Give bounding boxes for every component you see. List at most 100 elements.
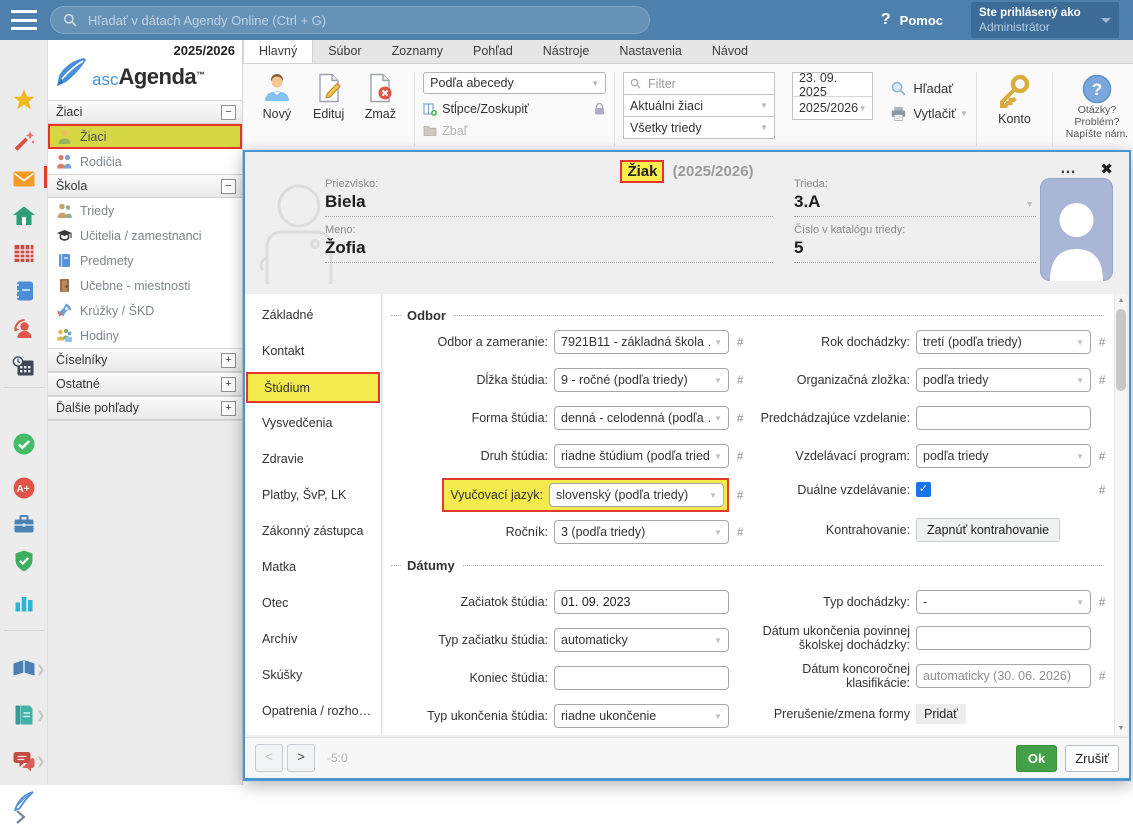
sidebar-item-ziaci[interactable]: Žiaci (48, 124, 242, 149)
library-icon[interactable] (12, 657, 36, 681)
tab-platby[interactable]: Platby, ŠvP, LK (245, 477, 381, 513)
menu-tab-nastroje[interactable]: Nástroje (528, 40, 605, 63)
messages-icon[interactable] (12, 749, 36, 773)
tab-vysvedcenia[interactable]: Vysvedčenia (245, 405, 381, 441)
surname-field[interactable]: Priezvisko: Biela (325, 178, 773, 217)
tab-studium[interactable]: Štúdium (246, 372, 380, 403)
timetable-icon[interactable] (12, 241, 36, 265)
firstname-field[interactable]: Meno: Žofia (325, 224, 773, 263)
date-field[interactable]: 23. 09. 2025 (793, 73, 872, 96)
more-options-icon[interactable]: … (1060, 160, 1077, 178)
cancel-button[interactable]: Zrušiť (1065, 745, 1119, 772)
check-badge-icon[interactable] (12, 432, 36, 456)
calendar-clock-icon[interactable] (12, 355, 36, 379)
vyucovaci-jazyk-select[interactable]: slovenský (podľa triedy)▼ (549, 483, 724, 507)
menu-tab-hlavny[interactable]: Hlavný (243, 40, 313, 63)
scrollbar-thumb[interactable] (1116, 309, 1126, 391)
student-avatar[interactable] (1040, 178, 1113, 281)
help-button[interactable]: Pomoc (900, 13, 943, 28)
menu-tab-zoznamy[interactable]: Zoznamy (377, 40, 458, 63)
substitution-icon[interactable] (12, 317, 36, 341)
sidebar-item-kruzky[interactable]: Krúžky / ŠKD (48, 298, 242, 323)
druh-studia-select[interactable]: riadne štúdium (podľa triedy)▼ (554, 444, 729, 468)
grades-icon[interactable]: A+ (12, 476, 36, 500)
scroll-down-icon[interactable]: ▼ (1115, 722, 1127, 735)
rok-dochadzky-select[interactable]: tretí (podľa triedy)▼ (916, 330, 1091, 354)
konto-button[interactable]: Konto (985, 68, 1044, 150)
tab-opatrenia[interactable]: Opatrenia / rozho… (245, 693, 381, 729)
odbor-select[interactable]: 7921B11 - základná škola …▼ (554, 330, 729, 354)
expand-rail-icon[interactable] (12, 810, 36, 824)
menu-tab-pohlad[interactable]: Pohľad (458, 40, 528, 63)
menu-tab-nastavenia[interactable]: Nastavenia (604, 40, 697, 63)
sidebar-section-skola[interactable]: Škola − (48, 174, 242, 198)
rocnik-select[interactable]: 3 (podľa triedy)▼ (554, 520, 729, 544)
zaciatok-studia-input[interactable] (554, 590, 729, 614)
sidebar-section-dalsie-pohlady[interactable]: Ďalšie pohľady + (48, 396, 242, 420)
sidebar-section-ostatne[interactable]: Ostatné + (48, 372, 242, 396)
predchadzajuce-vzdelanie-input[interactable] (916, 406, 1091, 430)
tab-otec[interactable]: Otec (245, 585, 381, 621)
hamburger-menu-icon[interactable] (11, 10, 37, 30)
class-field[interactable]: Trieda: 3.A ▼ (794, 178, 1036, 217)
scroll-up-icon[interactable]: ▲ (1115, 294, 1127, 307)
filter-input[interactable] (646, 76, 811, 92)
briefcase-icon[interactable] (12, 512, 36, 536)
tab-zakladne[interactable]: Základné (245, 297, 381, 333)
classes-filter-select[interactable]: Všetky triedy ▼ (623, 116, 775, 139)
sidebar-section-ziaci[interactable]: Žiaci − (48, 100, 242, 124)
account-dropdown[interactable]: Ste prihlásený ako Administrátor (971, 2, 1119, 38)
typ-dochadzky-select[interactable]: -▼ (916, 590, 1091, 614)
tab-matka[interactable]: Matka (245, 549, 381, 585)
sidebar-item-triedy[interactable]: Triedy (48, 198, 242, 223)
koniec-studia-input[interactable] (554, 666, 729, 690)
year-select[interactable]: 2025/2026 ▼ (793, 96, 872, 119)
ok-button[interactable]: Ok (1016, 745, 1057, 772)
menu-tab-subor[interactable]: Súbor (313, 40, 376, 63)
collapse-button[interactable]: Zbaľ (423, 120, 606, 142)
global-search[interactable] (50, 6, 650, 34)
datum-ukoncenia-povinnej-input[interactable] (916, 626, 1091, 650)
tab-archiv[interactable]: Archív (245, 621, 381, 657)
organizacna-zlozka-select[interactable]: podľa triedy▼ (916, 368, 1091, 392)
tab-zakonny-zastupca[interactable]: Zákonný zástupca (245, 513, 381, 549)
forma-studia-select[interactable]: denná - celodenná (podľa …▼ (554, 406, 729, 430)
collapse-toggle[interactable]: − (221, 105, 236, 120)
kontrahovanie-button[interactable]: Zapnúť kontrahovanie (916, 518, 1060, 542)
mail-icon[interactable] (12, 167, 36, 191)
sidebar-item-predmety[interactable]: Predmety (48, 248, 242, 273)
expand-toggle[interactable]: + (221, 377, 236, 392)
filter-input-cell[interactable] (623, 72, 775, 95)
datum-koncorocnej-input[interactable] (916, 664, 1091, 688)
prerusenie-pridat-button[interactable]: Pridať (916, 704, 966, 724)
edit-button[interactable]: Edituj (303, 68, 355, 150)
star-icon[interactable] (12, 88, 36, 112)
expand-toggle[interactable]: + (221, 353, 236, 368)
menu-tab-navod[interactable]: Návod (697, 40, 763, 63)
global-search-input[interactable] (86, 12, 637, 29)
sidebar-item-ucebne[interactable]: Učebne - miestnosti (48, 273, 242, 298)
students-filter-select[interactable]: Aktuálni žiaci ▼ (623, 94, 775, 117)
sidebar-item-rodicia[interactable]: Rodičia (48, 149, 242, 174)
typ-ukoncenia-select[interactable]: riadne ukončenie▼ (554, 704, 729, 728)
dualne-checkbox[interactable]: ✓ (916, 482, 931, 497)
sort-select[interactable]: Podľa abecedy ▼ (423, 72, 606, 94)
sidebar-item-ucitelia[interactable]: Učitelia / zamestnanci (48, 223, 242, 248)
tab-skusky[interactable]: Skúšky (245, 657, 381, 693)
prev-record-button[interactable]: < (255, 744, 283, 772)
tab-kontakt[interactable]: Kontakt (245, 333, 381, 369)
shield-icon[interactable] (12, 549, 36, 573)
contact-help-button[interactable]: ? Otázky? Problém? Napíšte nám. (1061, 68, 1133, 150)
new-button[interactable]: Nový (251, 68, 303, 150)
sidebar-section-ciselniky[interactable]: Číselníky + (48, 348, 242, 372)
lock-icon[interactable] (593, 102, 606, 116)
columns-group-button[interactable]: Stĺpce/Zoskupiť (423, 98, 606, 120)
catalog-number-field[interactable]: Číslo v katalógu triedy: 5 (794, 224, 1036, 263)
collapse-toggle[interactable]: − (221, 179, 236, 194)
chart-icon[interactable] (12, 590, 36, 614)
dlzka-studia-select[interactable]: 9 - ročné (podľa triedy)▼ (554, 368, 729, 392)
notebook-icon[interactable] (12, 279, 36, 303)
delete-button[interactable]: Zmaž (355, 68, 407, 150)
vzdelavaci-program-select[interactable]: podľa triedy▼ (916, 444, 1091, 468)
print-button[interactable]: Vytlačiť ▼ (890, 101, 968, 126)
